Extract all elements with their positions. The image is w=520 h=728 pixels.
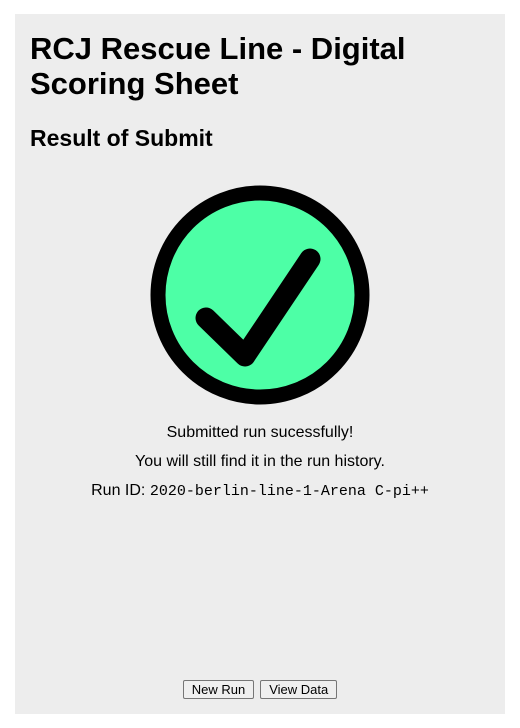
scoring-sheet-panel: RCJ Rescue Line - Digital Scoring Sheet …	[15, 14, 505, 714]
check-circle-icon	[150, 185, 370, 405]
history-note: You will still find it in the run histor…	[135, 453, 385, 470]
section-title: Result of Submit	[30, 125, 213, 151]
view-data-button[interactable]: View Data	[260, 680, 338, 699]
new-run-button[interactable]: New Run	[182, 680, 255, 699]
run-id-value: 2020-berlin-line-1-Arena C-pi++	[149, 483, 429, 500]
run-id-label: Run ID:	[91, 482, 146, 499]
page-title: RCJ Rescue Line - Digital Scoring Sheet	[30, 31, 406, 101]
run-id-line: Run ID: 2020-berlin-line-1-Arena C-pi++	[15, 481, 505, 502]
action-bar: New Run View Data	[15, 680, 505, 699]
success-message: Submitted run sucessfully!	[166, 424, 354, 441]
